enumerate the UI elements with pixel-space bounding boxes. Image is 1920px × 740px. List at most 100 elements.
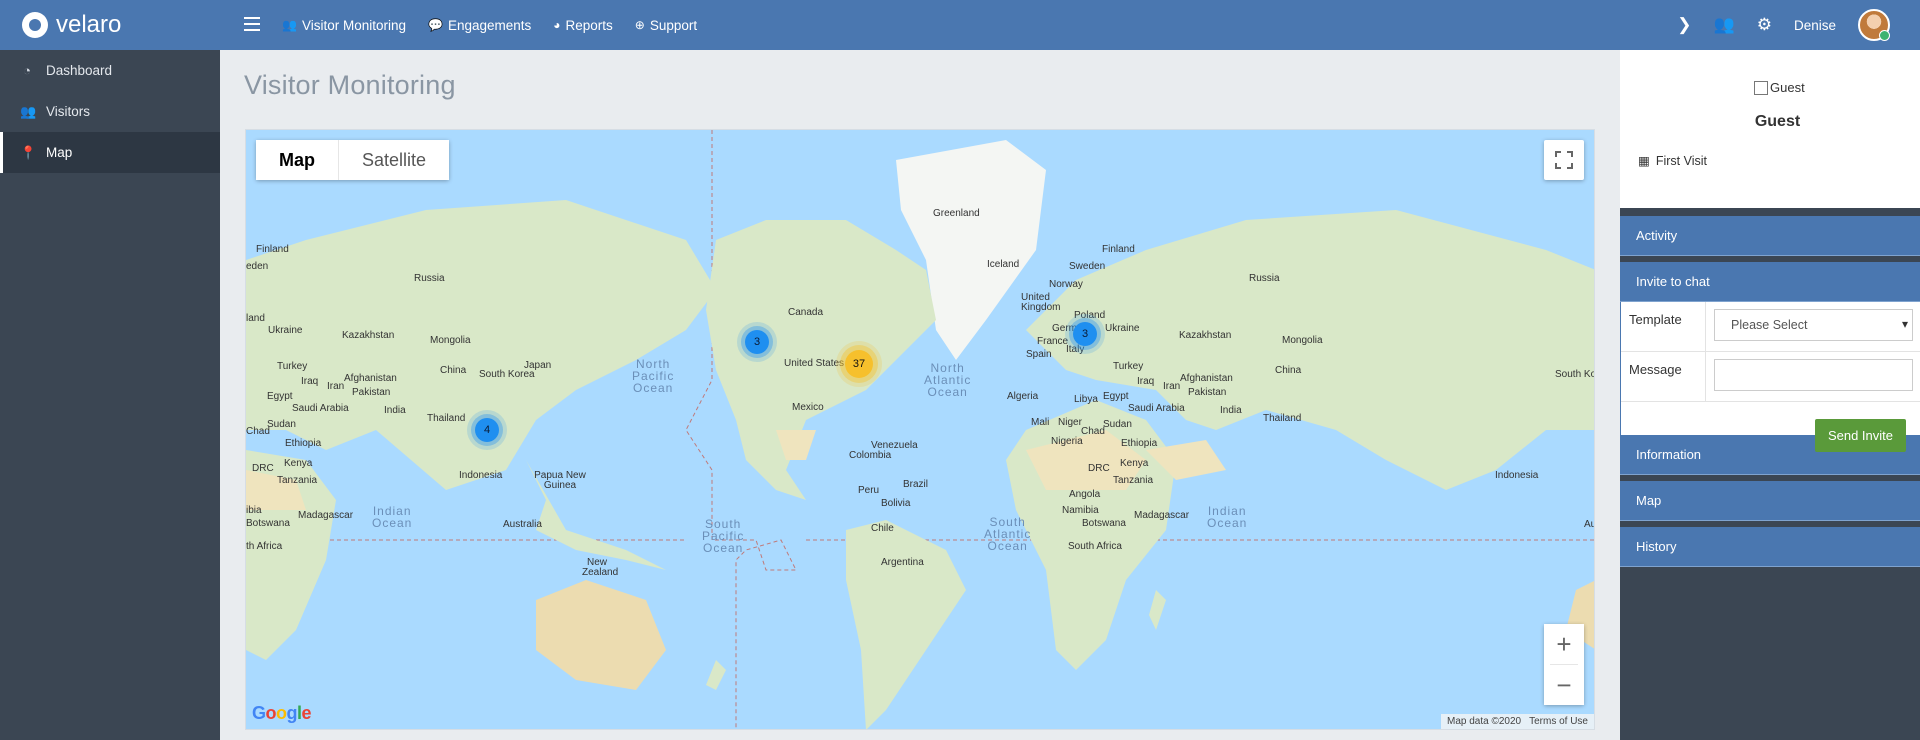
map-label: Turkey [1113, 361, 1144, 372]
sidebar-item-label: Dashboard [46, 63, 113, 78]
map-label: Au [1584, 519, 1594, 530]
map-pin-icon: 📍 [20, 144, 37, 160]
map-label: Finland [1102, 244, 1135, 255]
map-label: China [440, 365, 467, 376]
map-label: Niger [1058, 417, 1082, 428]
zoom-control: + − [1544, 624, 1584, 705]
section-history[interactable]: History [1620, 527, 1920, 567]
map-label: Canada [788, 307, 824, 318]
map-label: Australia [503, 519, 542, 530]
guest-checkbox[interactable]: Guest [1754, 80, 1805, 95]
map-label: Pakistan [1188, 387, 1227, 398]
map-type-map-button[interactable]: Map [256, 140, 338, 180]
map-label: France [1037, 336, 1069, 347]
sidebar-item-visitors[interactable]: 👥 Visitors [0, 91, 220, 132]
nav-support[interactable]: ⊕ Support [635, 18, 697, 33]
map-label: Algeria [1007, 391, 1039, 402]
map-label: Angola [1069, 489, 1101, 500]
avatar[interactable] [1858, 9, 1890, 41]
fullscreen-button[interactable] [1544, 140, 1584, 180]
sidebar-item-map[interactable]: 📍 Map [0, 132, 220, 173]
users-icon: 👥 [20, 103, 37, 119]
map-label: eden [246, 261, 269, 272]
map-label: DRC [252, 463, 274, 474]
map-label: Sweden [1069, 261, 1106, 272]
message-row: Message [1621, 352, 1920, 402]
gear-icon[interactable]: ⚙ [1757, 15, 1772, 35]
visitor-cluster-marker[interactable]: 3 [745, 330, 769, 354]
chat-bubble-icon: 💬 [428, 18, 443, 32]
map-label: Saudi Arabia [1128, 403, 1185, 414]
page-title: Visitor Monitoring [244, 70, 456, 100]
map-label: Libya [1074, 394, 1098, 405]
map-label: Turkey [277, 361, 308, 372]
team-icon[interactable]: 👥 [1714, 15, 1735, 35]
map-label: Russia [414, 273, 445, 284]
velaro-logo-icon [22, 12, 48, 38]
section-label: Information [1636, 447, 1702, 462]
chevron-right-icon[interactable]: ❯ [1677, 15, 1691, 35]
sidebar-item-label: Map [46, 145, 73, 160]
map-label: Finland [256, 244, 289, 255]
visitor-cluster-marker[interactable]: 37 [845, 350, 873, 378]
map-type-control: Map Satellite [256, 140, 450, 180]
map-label: Botswana [246, 518, 290, 529]
map-label: Ukraine [1105, 323, 1140, 334]
map-label: China [1275, 365, 1302, 376]
map-label: Iraq [301, 376, 319, 387]
message-input[interactable] [1714, 359, 1913, 391]
template-row: Template Please Select [1621, 302, 1920, 352]
map-label: Thailand [1263, 413, 1302, 424]
map-label: Namibia [1062, 505, 1099, 516]
map-label: Afghanistan [1180, 373, 1233, 384]
nav-visitor-monitoring[interactable]: 👥 Visitor Monitoring [282, 18, 406, 33]
map-label: Iran [1163, 381, 1181, 392]
map-type-satellite-button[interactable]: Satellite [339, 140, 450, 180]
map-label: Kenya [1120, 458, 1149, 469]
map-label: Tanzania [277, 475, 318, 486]
map-label: Mongolia [430, 335, 471, 346]
nav-label: Visitor Monitoring [301, 17, 406, 33]
invite-form: Template Please Select Message Send Invi… [1620, 302, 1920, 452]
map-label: Nigeria [1051, 436, 1083, 447]
sidebar-item-dashboard[interactable]: ◔ Dashboard [0, 50, 220, 91]
map-label: Mexico [792, 402, 824, 413]
terms-link[interactable]: Terms of Use [1529, 716, 1588, 727]
send-invite-button[interactable]: Send Invite [1814, 419, 1906, 452]
section-activity[interactable]: Activity [1620, 216, 1920, 256]
map-label: Papua New Guinea [534, 470, 586, 491]
world-map[interactable]: Finland eden Russia land Ukraine Kazakhs… [245, 129, 1595, 730]
ocean-label: North Atlantic Ocean [924, 361, 972, 399]
map-label: Chad [246, 426, 270, 437]
checkbox-icon[interactable] [1754, 80, 1768, 95]
visitor-cluster-marker[interactable]: 4 [475, 418, 499, 442]
map-label: th Africa [246, 541, 283, 552]
map-label: Botswana [1082, 518, 1126, 529]
dashboard-icon: ◔ [23, 63, 31, 78]
map-label: New Zealand [582, 557, 619, 578]
section-map[interactable]: Map [1620, 481, 1920, 521]
map-label: Madagascar [298, 510, 354, 521]
map-label: Ethiopia [285, 438, 322, 449]
nav-reports[interactable]: ◕ Reports [553, 18, 613, 33]
map-label: Iraq [1137, 376, 1155, 387]
nav-engagements[interactable]: 💬 Engagements [428, 18, 531, 33]
menu-toggle-icon[interactable] [244, 17, 260, 31]
map-label: Ukraine [268, 325, 303, 336]
template-label: Template [1621, 302, 1706, 351]
visitor-cluster-marker[interactable]: 3 [1073, 322, 1097, 346]
app-logo[interactable]: velaro [22, 11, 121, 39]
section-invite-to-chat[interactable]: Invite to chat [1620, 262, 1920, 302]
user-name[interactable]: Denise [1794, 18, 1836, 33]
ocean-label: South Atlantic Ocean [984, 515, 1032, 553]
zoom-out-button[interactable]: − [1544, 665, 1584, 705]
map-label: Pakistan [352, 387, 391, 398]
map-label: Iceland [987, 259, 1020, 270]
template-select[interactable]: Please Select [1714, 309, 1913, 341]
nav-label: Engagements [447, 17, 532, 33]
map-label: Egypt [1103, 391, 1129, 402]
zoom-in-button[interactable]: + [1544, 624, 1584, 664]
map-label: DRC [1088, 463, 1110, 474]
users-icon: 👥 [282, 18, 297, 32]
map-label: Ethiopia [1121, 438, 1158, 449]
